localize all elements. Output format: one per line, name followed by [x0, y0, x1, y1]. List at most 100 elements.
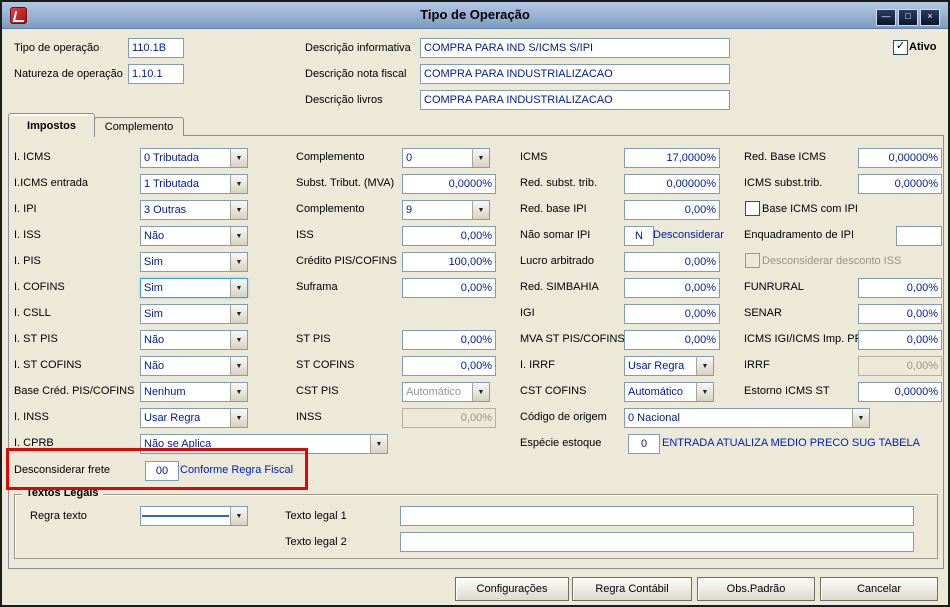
tipo-de-operacao-dialog: Tipo de Operação — □ × Tipo de operação …	[0, 0, 950, 607]
dropdown-arrow-icon[interactable]: ▼	[230, 175, 247, 193]
credito-pis-cofins-field[interactable]: 100,00%	[402, 252, 496, 272]
dropdown-arrow-icon[interactable]: ▼	[230, 227, 247, 245]
desconsiderar-desconto-iss-label: Desconsiderar desconto ISS	[762, 255, 902, 267]
red-subst-trib-label: Red. subst. trib.	[520, 177, 598, 189]
igi-field[interactable]: 0,00%	[624, 304, 720, 324]
dropdown-arrow-icon[interactable]: ▼	[230, 305, 247, 323]
i-irrf-select[interactable]: Usar Regra ▼	[624, 356, 714, 376]
minimize-icon[interactable]: —	[876, 9, 896, 26]
dropdown-arrow-icon[interactable]: ▼	[230, 409, 247, 427]
descricao-nota-fiscal-field[interactable]: COMPRA PARA INDUSTRIALIZACAO	[420, 64, 730, 84]
descricao-informativa-field[interactable]: COMPRA PARA IND S/ICMS S/IPI	[420, 38, 730, 58]
inss-label: INSS	[296, 411, 322, 423]
complemento-2-label: Complemento	[296, 203, 365, 215]
icms-field[interactable]: 17,0000%	[624, 148, 720, 168]
codigo-origem-select[interactable]: 0 Nacional ▼	[624, 408, 870, 428]
dropdown-arrow-icon[interactable]: ▼	[472, 383, 489, 401]
i-cofins-select[interactable]: Sim ▼	[140, 278, 248, 298]
cst-pis-select[interactable]: Automático ▼	[402, 382, 490, 402]
regra-contabil-button[interactable]: Regra Contábil	[572, 577, 692, 601]
tipo-operacao-field[interactable]: 110.1B	[128, 38, 184, 58]
cst-cofins-select[interactable]: Automático ▼	[624, 382, 714, 402]
enquadramento-ipi-field[interactable]	[896, 226, 942, 246]
i-csll-select[interactable]: Sim ▼	[140, 304, 248, 324]
complemento-2-select[interactable]: 9 ▼	[402, 200, 490, 220]
i-pis-select[interactable]: Sim ▼	[140, 252, 248, 272]
funrural-label: FUNRURAL	[744, 281, 804, 293]
base-cred-pis-cofins-value: Nenhum	[144, 386, 186, 398]
red-base-icms-field[interactable]: 0,00000%	[858, 148, 942, 168]
obs-padrao-button[interactable]: Obs.Padrão	[697, 577, 815, 601]
icms-igi-imp-pr-field[interactable]: 0,00%	[858, 330, 942, 350]
i-cprb-select[interactable]: Não se Aplica ▼	[140, 434, 388, 454]
dropdown-arrow-icon[interactable]: ▼	[370, 435, 387, 453]
descricao-livros-field[interactable]: COMPRA PARA INDUSTRIALIZACAO	[420, 90, 730, 110]
dropdown-arrow-icon[interactable]: ▼	[230, 253, 247, 271]
base-icms-com-ipi-checkbox[interactable]	[745, 201, 760, 216]
dropdown-arrow-icon[interactable]: ▼	[696, 357, 713, 375]
dropdown-arrow-icon[interactable]: ▼	[696, 383, 713, 401]
i-st-cofins-value: Não	[144, 360, 165, 372]
iss-field[interactable]: 0,00%	[402, 226, 496, 246]
dropdown-arrow-icon[interactable]: ▼	[230, 507, 247, 525]
i-st-cofins-select[interactable]: Não ▼	[140, 356, 248, 376]
title-bar[interactable]: Tipo de Operação — □ ×	[2, 2, 948, 29]
i-st-cofins-label: I. ST COFINS	[14, 359, 82, 371]
dropdown-arrow-icon[interactable]: ▼	[230, 331, 247, 349]
texto-legal-1-field[interactable]	[400, 506, 914, 526]
suframa-field[interactable]: 0,00%	[402, 278, 496, 298]
descricao-nota-fiscal-label: Descrição nota fiscal	[305, 68, 407, 80]
dropdown-arrow-icon[interactable]: ▼	[230, 383, 247, 401]
red-subst-trib-field[interactable]: 0,00000%	[624, 174, 720, 194]
complemento-1-select[interactable]: 0 ▼	[402, 148, 490, 168]
subst-tribut-mva-label: Subst. Tribut. (MVA)	[296, 177, 395, 189]
dropdown-arrow-icon[interactable]: ▼	[852, 409, 869, 427]
especie-estoque-field[interactable]: 0	[628, 434, 660, 454]
regra-texto-select[interactable]: ▼	[140, 506, 248, 526]
red-base-ipi-field[interactable]: 0,00%	[624, 200, 720, 220]
cancelar-button[interactable]: Cancelar	[820, 577, 938, 601]
dropdown-arrow-icon[interactable]: ▼	[472, 149, 489, 167]
tab-complemento[interactable]: Complemento	[94, 117, 184, 136]
close-icon[interactable]: ×	[920, 9, 940, 26]
i-icms-entrada-label: I.ICMS entrada	[14, 177, 88, 189]
st-pis-field[interactable]: 0,00%	[402, 330, 496, 350]
funrural-field[interactable]: 0,00%	[858, 278, 942, 298]
i-ipi-select[interactable]: 3 Outras ▼	[140, 200, 248, 220]
i-cofins-value: Sim	[144, 282, 163, 294]
texto-legal-2-field[interactable]	[400, 532, 914, 552]
dropdown-arrow-icon[interactable]: ▼	[230, 201, 247, 219]
i-st-pis-select[interactable]: Não ▼	[140, 330, 248, 350]
st-cofins-field[interactable]: 0,00%	[402, 356, 496, 376]
i-cofins-label: I. COFINS	[14, 281, 65, 293]
irrf-label: IRRF	[744, 359, 770, 371]
senar-field[interactable]: 0,00%	[858, 304, 942, 324]
i-iss-select[interactable]: Não ▼	[140, 226, 248, 246]
ativo-checkbox[interactable]: ✓	[893, 40, 908, 55]
red-base-icms-label: Red. Base ICMS	[744, 151, 826, 163]
tab-impostos[interactable]: Impostos	[8, 113, 95, 137]
i-icms-select[interactable]: 0 Tributada ▼	[140, 148, 248, 168]
i-inss-select[interactable]: Usar Regra ▼	[140, 408, 248, 428]
i-icms-entrada-select[interactable]: 1 Tributada ▼	[140, 174, 248, 194]
credito-pis-cofins-label: Crédito PIS/COFINS	[296, 255, 397, 267]
natureza-operacao-field[interactable]: 1.10.1	[128, 64, 184, 84]
red-simbahia-field[interactable]: 0,00%	[624, 278, 720, 298]
icms-igi-imp-pr-label: ICMS IGI/ICMS Imp. PR	[744, 333, 863, 345]
nao-somar-ipi-field[interactable]: N	[624, 226, 654, 246]
dropdown-arrow-icon[interactable]: ▼	[230, 279, 247, 297]
lucro-arbitrado-field[interactable]: 0,00%	[624, 252, 720, 272]
desconsiderar-frete-field[interactable]: 00	[145, 461, 179, 481]
maximize-icon[interactable]: □	[898, 9, 918, 26]
configuracoes-button[interactable]: Configurações	[455, 577, 569, 601]
icms-subst-trib-field[interactable]: 0,0000%	[858, 174, 942, 194]
estorno-icms-st-field[interactable]: 0,0000%	[858, 382, 942, 402]
dropdown-arrow-icon[interactable]: ▼	[230, 149, 247, 167]
mva-st-pis-cofins-field[interactable]: 0,00%	[624, 330, 720, 350]
dropdown-arrow-icon[interactable]: ▼	[472, 201, 489, 219]
base-cred-pis-cofins-select[interactable]: Nenhum ▼	[140, 382, 248, 402]
subst-tribut-mva-field[interactable]: 0,0000%	[402, 174, 496, 194]
nao-somar-ipi-note: Desconsiderar	[653, 229, 724, 241]
dropdown-arrow-icon[interactable]: ▼	[230, 357, 247, 375]
cst-pis-label: CST PIS	[296, 385, 339, 397]
